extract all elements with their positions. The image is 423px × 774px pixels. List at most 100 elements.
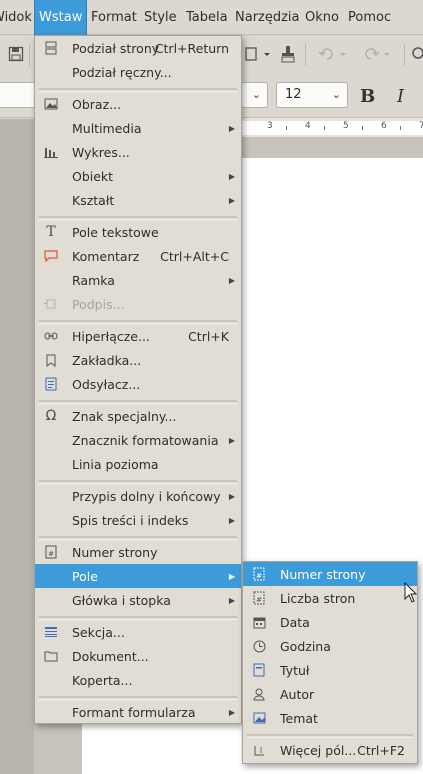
submenu-item-subject[interactable]: Temat [243,706,417,730]
menu-item-frame[interactable]: Ramka ▶ [35,268,241,292]
menu-item-cross-reference[interactable]: Odsyłacz... [35,372,241,396]
chevron-down-icon[interactable]: ⌄ [252,83,261,107]
submenu-arrow-icon: ▶ [228,123,235,133]
menu-insert[interactable]: Wstaw [34,0,88,35]
menu-item-horizontal-line[interactable]: Linia pozioma [35,452,241,476]
font-size-value: 12 [285,87,302,102]
insert-menu: Podział strony Ctrl+Return Podział ręczn… [34,35,242,724]
submenu-item-time[interactable]: Godzina [243,634,417,658]
side-panel-strip [0,119,34,774]
submenu-item-page-count[interactable]: # Liczba stron [243,586,417,610]
toolbar-separator [29,44,30,66]
menu-item-page-number[interactable]: # Numer strony [35,540,241,564]
insert-field-dropdown-icon[interactable] [243,44,273,64]
field-submenu: # Numer strony # Liczba stron Data Godzi… [242,561,418,764]
mouse-cursor-icon [404,582,418,603]
menu-item-shape[interactable]: Kształt ▶ [35,188,241,212]
ruler-tick [362,126,363,130]
svg-text:#: # [48,550,54,558]
submenu-arrow-icon: ▶ [228,275,235,285]
menu-item-text-box[interactable]: T Pole tekstowe [35,220,241,244]
chart-icon [43,144,59,160]
menu-item-chart[interactable]: Wykres... [35,140,241,164]
submenu-arrow-icon: ▶ [228,515,235,525]
menu-table[interactable]: Tabela [186,0,228,35]
svg-text:I: I [259,746,261,755]
page-count-icon: # [251,590,267,606]
menu-bar: Widok Wstaw Format Style Tabela Narzędzi… [0,0,423,35]
subject-icon [251,710,267,726]
hyperlink-icon [43,328,59,344]
find-replace-icon[interactable] [408,44,423,64]
submenu-arrow-icon: ▶ [228,491,235,501]
menu-item-bookmark[interactable]: Zakładka... [35,348,241,372]
menu-item-section[interactable]: Sekcja... [35,620,241,644]
menu-item-multimedia[interactable]: Multimedia ▶ [35,116,241,140]
menu-help[interactable]: Pomoc [348,0,391,35]
submenu-arrow-icon: ▶ [228,435,235,445]
menu-window[interactable]: Okno [305,0,339,35]
menu-item-object[interactable]: Obiekt ▶ [35,164,241,188]
submenu-item-author[interactable]: Autor [243,682,417,706]
submenu-item-date[interactable]: Data [243,610,417,634]
section-icon [43,624,59,640]
menu-item-header-footer[interactable]: Główka i stopka ▶ [35,588,241,612]
ruler-tick [400,126,401,130]
ruler-tick [286,126,287,130]
submenu-item-page-number[interactable]: # Numer strony [243,562,417,586]
undo-icon[interactable] [316,44,350,64]
image-icon [43,96,59,112]
title-icon [251,662,267,678]
menu-item-caption: Podpis... [35,292,241,316]
svg-text:#: # [256,596,262,604]
menu-item-special-character[interactable]: Ω Znak specjalny... [35,404,241,428]
menu-item-form-control[interactable]: Formant formularza ▶ [35,700,241,724]
clone-formatting-icon[interactable] [278,43,298,65]
menu-item-hyperlink[interactable]: Hiperłącze... Ctrl+K [35,324,241,348]
font-size-combo[interactable]: 12 ⌄ [276,82,348,108]
page-break-icon [43,40,59,56]
comment-icon [43,248,59,264]
toolbar-separator [404,44,405,66]
clock-icon [251,638,267,654]
menu-tools[interactable]: Narzędzia [235,0,300,35]
menu-item-manual-break[interactable]: Podział ręczny... [35,60,241,84]
cross-reference-icon [43,376,59,392]
menu-item-page-break[interactable]: Podział strony Ctrl+Return [35,36,241,60]
ruler-number: 3 [267,121,273,131]
caption-icon [43,296,59,312]
save-icon[interactable] [6,44,26,64]
text-box-icon: T [46,224,56,240]
submenu-arrow-icon: ▶ [228,195,235,205]
menu-item-toc-index[interactable]: Spis treści i indeks ▶ [35,508,241,532]
submenu-item-title[interactable]: Tytuł [243,658,417,682]
menu-item-image[interactable]: Obraz... [35,92,241,116]
calendar-icon [251,614,267,630]
author-icon [251,686,267,702]
bold-button[interactable]: B [360,86,375,107]
chevron-down-icon[interactable]: ⌄ [332,83,341,107]
submenu-item-more-fields[interactable]: I Więcej pól... Ctrl+F2 [243,738,417,762]
ruler-tick [324,126,325,130]
menu-item-envelope[interactable]: Koperta... [35,668,241,692]
menu-item-field[interactable]: Pole ▶ [35,564,241,588]
menu-styles[interactable]: Style [144,0,177,35]
menu-view[interactable]: Widok [0,0,32,35]
italic-button[interactable]: I [397,86,404,107]
submenu-arrow-icon: ▶ [228,595,235,605]
bookmark-icon [43,352,59,368]
menu-item-formatting-mark[interactable]: Znacznik formatowania ▶ [35,428,241,452]
folder-icon [43,648,59,664]
redo-icon[interactable] [360,44,394,64]
menu-format[interactable]: Format [91,0,137,35]
ruler-number: 4 [305,121,311,131]
more-fields-icon: I [251,742,267,758]
menu-item-footnote-endnote[interactable]: Przypis dolny i końcowy ▶ [35,484,241,508]
submenu-arrow-icon: ▶ [228,571,235,581]
submenu-arrow-icon: ▶ [228,171,235,181]
menu-item-document[interactable]: Dokument... [35,644,241,668]
horizontal-ruler[interactable]: 3 4 5 6 7 [240,118,423,138]
omega-icon: Ω [45,408,57,424]
page-number-icon: # [43,544,59,560]
menu-item-comment[interactable]: Komentarz Ctrl+Alt+C [35,244,241,268]
